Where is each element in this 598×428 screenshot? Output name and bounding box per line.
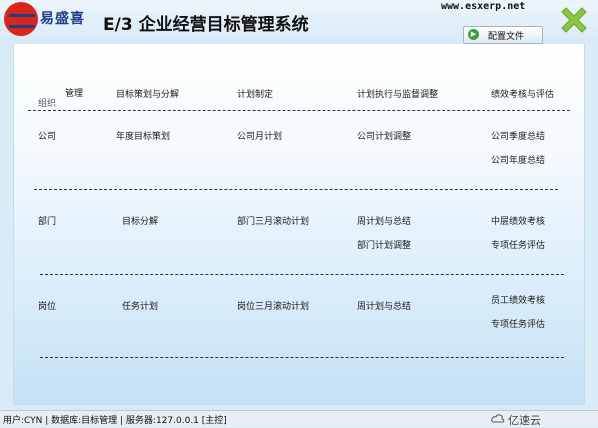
row-company-label: 公司 [38,132,57,142]
workflow-panel: 管理 组织 目标策划与分解 计划制定 计划执行与监督调整 绩效考核与评估 公司 … [13,44,585,405]
arrow-right-icon: ▶ [468,29,479,40]
divider [40,274,564,275]
config-file-label: 配置文件 [488,32,525,42]
header-org: 组织 [38,99,57,109]
title-bar: 易盛喜 E/3 企业经营目标管理系统 www.esxerp.net ▶ 配置文件 [0,0,598,44]
link-weekly-plan-summary[interactable]: 周计划与总结 [357,214,411,227]
link-company-monthly-plan[interactable]: 公司月计划 [237,129,282,142]
link-task-plan[interactable]: 任务计划 [122,299,158,312]
close-icon[interactable] [558,4,590,36]
header-management: 管理 [65,89,84,99]
link-company-annual-summary[interactable]: 公司年度总结 [491,153,545,166]
row-department-label: 部门 [38,217,57,227]
app-title: E/3 企业经营目标管理系统 [103,15,309,35]
cloud-icon [491,414,505,423]
link-employee-perf-review[interactable]: 员工绩效考核 [491,293,545,306]
link-dept-rolling-plan[interactable]: 部门三月滚动计划 [237,214,309,227]
config-file-button[interactable]: ▶ 配置文件 [463,26,543,44]
link-company-plan-adjust[interactable]: 公司计划调整 [357,129,411,142]
status-text: 用户:CYN | 数据库:目标管理 | 服务器:127.0.0.1 [主控] [3,416,227,426]
link-middle-perf-review[interactable]: 中层绩效考核 [491,214,545,227]
website-url: www.esxerp.net [441,1,526,12]
divider [34,189,558,190]
link-special-task-eval[interactable]: 专项任务评估 [491,238,545,251]
header-plan-make: 计划制定 [237,90,274,100]
link-special-task-eval[interactable]: 专项任务评估 [491,317,545,330]
logo-mark [9,14,35,28]
header-perf-eval: 绩效考核与评估 [491,90,555,100]
status-bar: 用户:CYN | 数据库:目标管理 | 服务器:127.0.0.1 [主控] 亿… [0,410,598,427]
link-company-quarterly-summary[interactable]: 公司季度总结 [491,129,545,142]
logo-text: 易盛喜 [40,11,85,27]
link-dept-plan-adjust[interactable]: 部门计划调整 [357,238,411,251]
link-position-rolling-plan[interactable]: 岗位三月滚动计划 [237,299,309,312]
link-weekly-plan-summary[interactable]: 周计划与总结 [357,299,411,312]
link-annual-target-planning[interactable]: 年度目标策划 [116,129,170,142]
row-position-label: 岗位 [38,302,57,312]
divider [28,110,570,111]
header-plan-exec: 计划执行与监督调整 [357,90,439,100]
link-target-decompose[interactable]: 目标分解 [122,214,158,227]
divider [40,357,564,358]
header-plan-decompose: 目标策划与分解 [116,90,180,100]
